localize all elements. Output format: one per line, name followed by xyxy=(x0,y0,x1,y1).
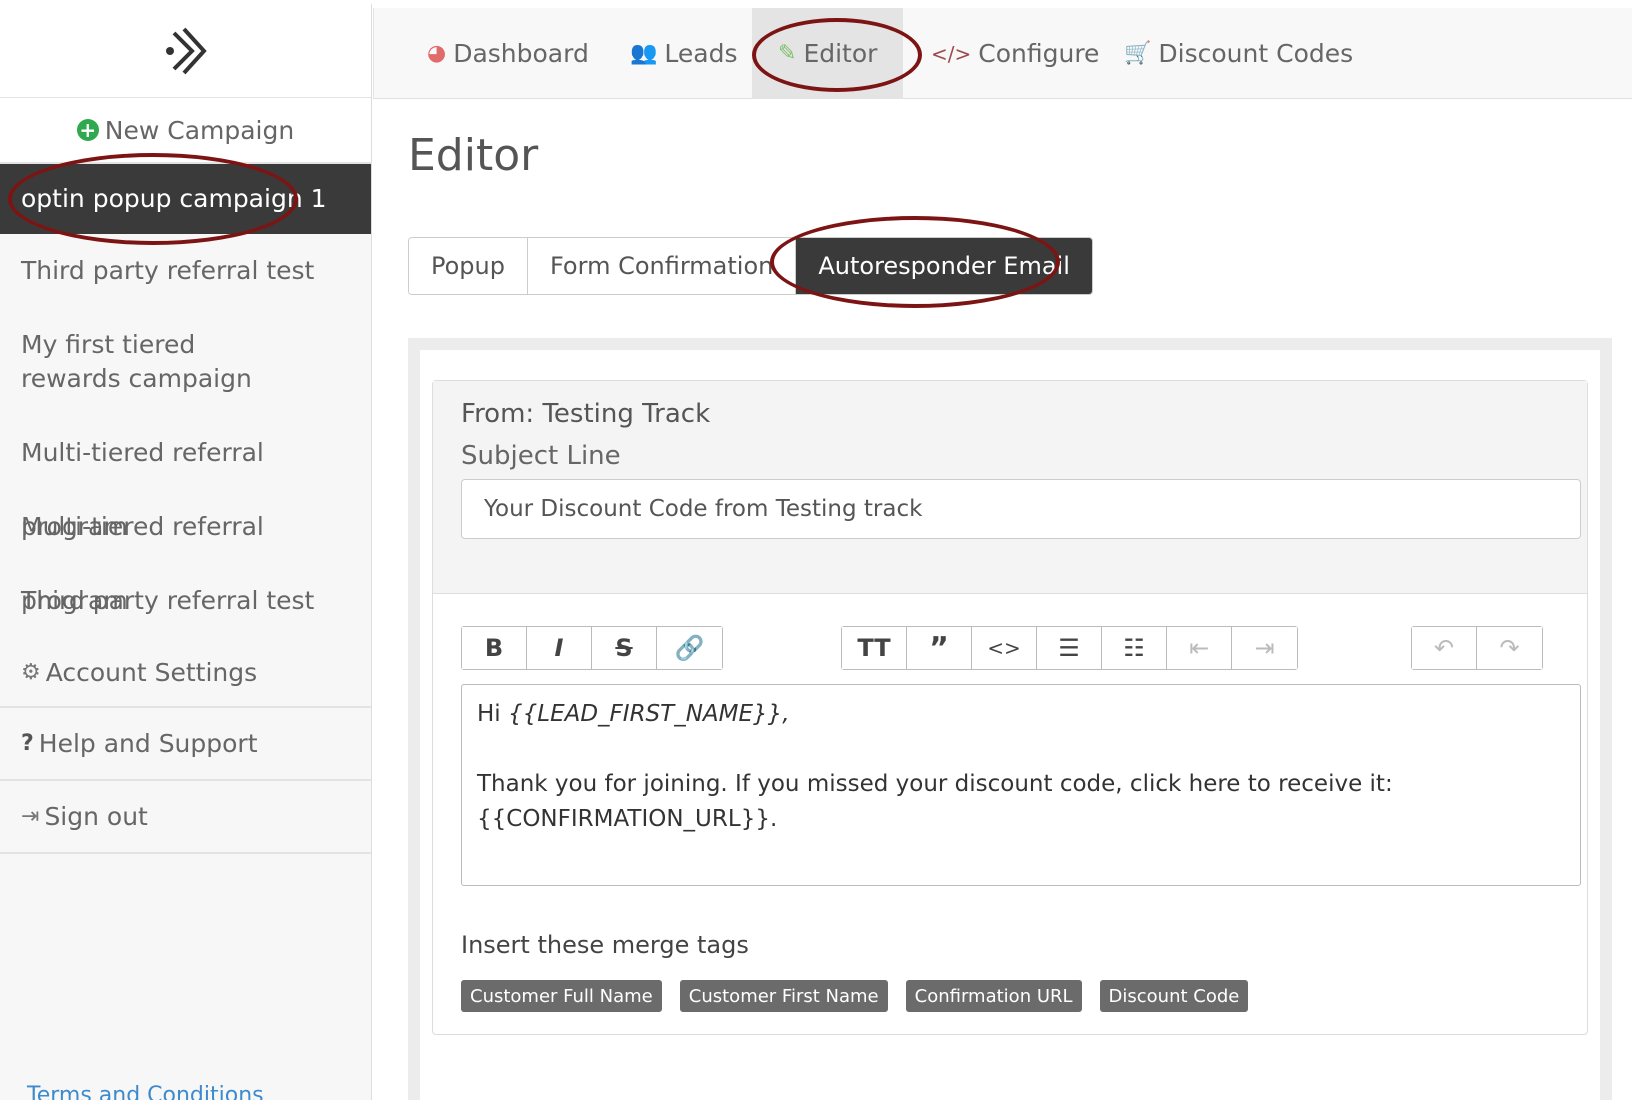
terms-link[interactable]: Terms and Conditions xyxy=(27,1083,264,1100)
tab-dashboard[interactable]: ◕ Dashboard xyxy=(427,8,589,99)
quote-button[interactable]: ” xyxy=(907,627,972,669)
cart-icon: 🛒 xyxy=(1124,41,1152,66)
merge-tag-button[interactable]: Customer First Name xyxy=(679,980,888,1012)
redo-icon: ↷ xyxy=(1499,634,1520,662)
email-card: From: Testing Track Subject Line B I S 🔗… xyxy=(432,380,1588,1035)
tab-configure-label: Configure xyxy=(978,39,1100,68)
brand-logo[interactable] xyxy=(0,4,371,98)
subject-label: Subject Line xyxy=(461,441,621,471)
undo-button[interactable]: ↶ xyxy=(1412,627,1477,669)
sidebar: + New Campaign optin popup campaign 1 Th… xyxy=(0,4,372,1100)
sign-out-link[interactable]: ⇥ Sign out xyxy=(0,781,371,854)
code-icon: <> xyxy=(987,636,1021,660)
sidebar-campaign[interactable]: Multi-tiered referral program xyxy=(0,490,371,615)
undo-icon: ↶ xyxy=(1433,634,1455,662)
code-button[interactable]: <> xyxy=(972,627,1037,669)
merge-tag-button[interactable]: Confirmation URL xyxy=(905,980,1082,1012)
tab-dashboard-label: Dashboard xyxy=(453,39,589,68)
email-header: From: Testing Track Subject Line xyxy=(433,381,1587,594)
from-line: From: Testing Track xyxy=(461,399,711,429)
help-support-label: Help and Support xyxy=(38,729,258,758)
campaign-label: Third party referral test xyxy=(21,256,315,285)
account-settings-label: Account Settings xyxy=(45,657,258,687)
bullet-list-icon: ☰ xyxy=(1058,634,1080,662)
merge-tags-label: Insert these merge tags xyxy=(461,931,749,959)
chevron-arrow-logo-icon xyxy=(165,27,207,74)
bullet-list-button[interactable]: ☰ xyxy=(1037,627,1102,669)
quote-icon: ” xyxy=(929,630,949,666)
bold-button[interactable]: B xyxy=(462,627,527,669)
redo-button[interactable]: ↷ xyxy=(1477,627,1542,669)
text-format-toolbar: B I S 🔗 xyxy=(461,626,723,670)
tab-configure[interactable]: </> Configure xyxy=(931,8,1099,99)
campaign-label: Third party referral test xyxy=(21,586,315,615)
indent-icon: ⇥ xyxy=(1254,634,1275,662)
sidebar-campaign[interactable]: Third party referral test xyxy=(0,234,371,308)
merge-tags: Customer Full Name Customer First Name C… xyxy=(461,980,1249,1012)
outdent-icon: ⇤ xyxy=(1188,634,1210,662)
strikethrough-button[interactable]: S xyxy=(592,627,657,669)
greeting-merge-tag: {{LEAD_FIRST_NAME}} xyxy=(508,701,783,727)
users-icon: 👥 xyxy=(630,41,658,66)
page-title: Editor xyxy=(408,130,539,181)
campaign-label: optin popup campaign 1 xyxy=(21,184,327,213)
merge-tag-button[interactable]: Customer Full Name xyxy=(461,980,662,1012)
account-settings-link[interactable]: ⚙ Account Settings xyxy=(0,638,371,708)
subtab-popup[interactable]: Popup xyxy=(409,238,528,294)
help-support-link[interactable]: ? Help and Support xyxy=(0,708,371,781)
sidebar-campaign[interactable]: Multi-tiered referral program xyxy=(0,416,371,541)
link-icon: 🔗 xyxy=(674,634,705,662)
numbered-list-button[interactable]: ☷ xyxy=(1102,627,1167,669)
question-icon: ? xyxy=(21,731,34,756)
greeting-suffix: , xyxy=(782,701,790,727)
sign-out-label: Sign out xyxy=(44,802,148,831)
sidebar-campaign-active[interactable]: optin popup campaign 1 xyxy=(0,164,371,234)
merge-tag-button[interactable]: Discount Code xyxy=(1099,980,1249,1012)
plus-circle-icon: + xyxy=(76,119,99,141)
tab-editor-label: Editor xyxy=(803,39,878,68)
greeting-text: Hi xyxy=(477,701,508,727)
sidebar-campaign[interactable]: Third party referral test xyxy=(0,564,371,638)
body-line: {{CONFIRMATION_URL}}. xyxy=(477,806,778,832)
tab-leads[interactable]: 👥 Leads xyxy=(630,8,738,99)
subtab-form-confirmation[interactable]: Form Confirmation xyxy=(527,238,797,294)
link-button[interactable]: 🔗 xyxy=(657,627,722,669)
editor-panel-inner: From: Testing Track Subject Line B I S 🔗… xyxy=(420,350,1600,1100)
gear-icon: ⚙ xyxy=(21,659,41,685)
editor-panel: From: Testing Track Subject Line B I S 🔗… xyxy=(408,338,1612,1100)
dashboard-gauge-icon: ◕ xyxy=(427,41,447,66)
tab-leads-label: Leads xyxy=(664,39,738,68)
tab-editor[interactable]: ✎ Editor xyxy=(752,8,904,99)
email-body-editor[interactable]: Hi {{LEAD_FIRST_NAME}}, Thank you for jo… xyxy=(461,684,1581,886)
tab-discount-codes-label: Discount Codes xyxy=(1158,39,1354,68)
block-format-toolbar: TT ” <> ☰ ☷ ⇤ ⇥ xyxy=(841,626,1298,670)
subject-input[interactable] xyxy=(461,479,1581,539)
top-nav: ◕ Dashboard 👥 Leads ✎ Editor </> Configu… xyxy=(373,8,1632,99)
code-icon: </> xyxy=(931,41,972,66)
body-greeting: Hi {{LEAD_FIRST_NAME}}, xyxy=(477,697,1565,732)
body-line: Thank you for joining. If you missed you… xyxy=(477,771,1393,797)
indent-button[interactable]: ⇥ xyxy=(1232,627,1297,669)
italic-button[interactable]: I xyxy=(527,627,592,669)
tab-discount-codes[interactable]: 🛒 Discount Codes xyxy=(1124,8,1353,99)
history-toolbar: ↶ ↷ xyxy=(1411,626,1543,670)
heading-button[interactable]: TT xyxy=(842,627,907,669)
edit-icon: ✎ xyxy=(778,41,797,66)
sidebar-campaign[interactable]: My first tiered rewards campaign xyxy=(0,308,320,416)
campaign-label: My first tiered rewards campaign xyxy=(21,330,252,393)
editor-subtabs: Popup Form Confirmation Autoresponder Em… xyxy=(408,237,1093,295)
sign-out-icon: ⇥ xyxy=(21,804,40,829)
new-campaign-button[interactable]: + New Campaign xyxy=(0,98,371,164)
heading-icon: TT xyxy=(857,634,891,662)
subtab-autoresponder-email[interactable]: Autoresponder Email xyxy=(796,238,1092,294)
numbered-list-icon: ☷ xyxy=(1123,634,1145,662)
outdent-button[interactable]: ⇤ xyxy=(1167,627,1232,669)
body-blank-line xyxy=(477,732,1565,767)
new-campaign-label: New Campaign xyxy=(104,115,295,145)
